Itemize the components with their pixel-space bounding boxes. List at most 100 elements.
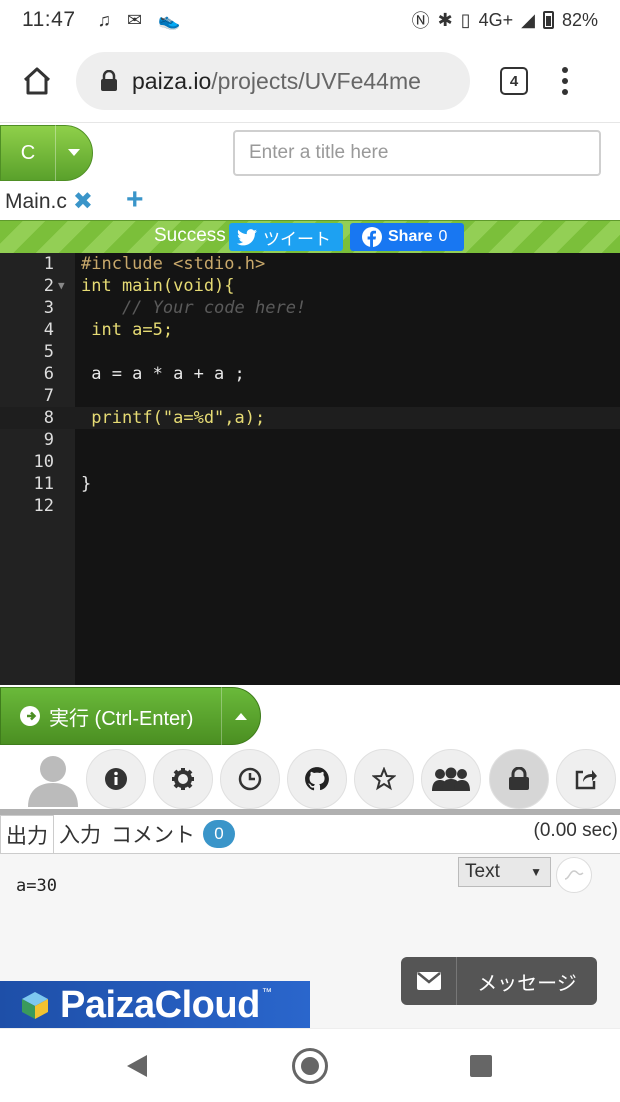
url-path: /projects/UVFe44me [211, 67, 421, 94]
network-label: 4G+ [478, 9, 514, 30]
tab-output[interactable]: 出力 [0, 815, 54, 853]
paizacloud-logo-icon [22, 992, 48, 1019]
bluetooth-icon: ✱ [437, 9, 453, 30]
status-bar-success: Success ツイート Share 0 [0, 220, 620, 253]
play-circle-icon [20, 706, 40, 726]
caret-down-icon [56, 149, 92, 157]
notification-icons: ♫ ✉ 👟 [98, 10, 181, 31]
wave-icon [564, 870, 584, 880]
code-editor[interactable]: 1 #include <stdio.h> 2 ▼ int main(void){… [0, 253, 620, 685]
code-line: 4 int a=5; [43, 320, 174, 340]
info-icon [105, 768, 127, 790]
comment-count-badge: 0 [203, 820, 235, 848]
caret-up-icon[interactable] [222, 712, 260, 720]
shoe-icon: 👟 [158, 9, 181, 30]
info-button[interactable] [86, 749, 146, 809]
caret-down-icon: ▼ [530, 865, 542, 879]
address-bar[interactable]: paiza.io/projects/UVFe44me [76, 52, 470, 110]
envelope-icon [401, 957, 457, 1005]
file-tab-label: Main.c [5, 189, 67, 213]
code-line: 9 [43, 430, 54, 450]
code-line: 6 a = a * a + a ; [43, 364, 245, 384]
paizacloud-text: PaizaCloud [60, 983, 260, 1026]
github-icon [305, 767, 329, 791]
code-line-active: 8 printf("a=%d",a); [0, 407, 620, 429]
share-count: 0 [438, 228, 448, 245]
private-button[interactable] [489, 749, 549, 809]
history-button[interactable] [220, 749, 280, 809]
settings-button[interactable] [153, 749, 213, 809]
program-output: a=30 [16, 876, 57, 896]
title-input[interactable] [233, 130, 601, 176]
close-icon[interactable]: ✖ [73, 187, 93, 216]
group-icon [432, 767, 470, 791]
code-line: 2 ▼ int main(void){ [43, 275, 235, 297]
vibrate-icon: ▯ [460, 9, 471, 30]
status-bar: 11:47 ♫ ✉ 👟 Ⓝ ✱ ▯ 4G+ ◢ 82% [0, 0, 620, 40]
status-right: Ⓝ ✱ ▯ 4G+ ◢ 82% [412, 7, 598, 33]
share-button[interactable] [556, 749, 616, 809]
tab-input[interactable]: 入力 [54, 815, 106, 853]
home-icon [23, 67, 51, 95]
code-line: 12 [33, 496, 54, 516]
code-line: 5 [43, 342, 54, 362]
clock-icon [238, 767, 262, 791]
gear-icon [172, 768, 194, 790]
language-label: C [20, 141, 36, 164]
paizacloud-banner[interactable]: PaizaCloud ™ [0, 981, 310, 1029]
github-button[interactable] [287, 749, 347, 809]
recents-button[interactable] [470, 1055, 492, 1077]
favorite-button[interactable] [354, 749, 414, 809]
share-icon [575, 770, 597, 790]
battery-icon [542, 11, 554, 29]
home-button[interactable] [0, 40, 74, 122]
back-icon[interactable] [126, 1054, 148, 1078]
system-nav-bar [0, 1028, 620, 1102]
music-icon: ♫ [97, 9, 112, 30]
add-file-icon[interactable]: + [126, 183, 144, 217]
code-line: 3 // Your code here! [43, 298, 307, 318]
message-label: メッセージ [477, 972, 577, 995]
fold-arrow-icon[interactable]: ▼ [58, 275, 65, 297]
star-icon [372, 767, 396, 791]
output-format-select[interactable]: Text ▼ [458, 857, 551, 887]
lock-icon [509, 767, 529, 790]
avatar[interactable] [26, 753, 80, 807]
language-selector[interactable]: C [0, 125, 93, 181]
status-time: 11:47 [22, 8, 76, 31]
file-tab-main[interactable]: Main.c ✖ [5, 187, 93, 216]
message-button[interactable]: メッセージ [401, 957, 597, 1005]
run-status: Success [154, 225, 226, 246]
tweet-label: ツイート [263, 229, 331, 249]
mail-icon: ✉ [127, 9, 143, 30]
collaborate-button[interactable] [421, 749, 481, 809]
battery-level: 82% [561, 9, 598, 30]
overflow-menu-button[interactable] [562, 67, 568, 95]
twitter-icon [237, 228, 257, 245]
wrap-toggle-button[interactable] [556, 857, 592, 893]
browser-toolbar: paiza.io/projects/UVFe44me 4 [0, 40, 620, 122]
run-button[interactable]: 実行 (Ctrl-Enter) [0, 687, 261, 745]
home-nav-button[interactable] [292, 1048, 328, 1084]
share-label: Share [388, 228, 433, 245]
code-line: 10 [33, 452, 54, 472]
code-line: 7 [43, 386, 54, 406]
run-main[interactable]: 実行 (Ctrl-Enter) [1, 702, 221, 731]
url-host: paiza.io [132, 67, 212, 94]
tweet-button[interactable]: ツイート [229, 223, 343, 251]
execution-time: (0.00 sec) [533, 820, 618, 841]
nfc-icon: Ⓝ [411, 11, 430, 31]
tab-switcher-button[interactable]: 4 [500, 67, 528, 95]
signal-icon: ◢ [521, 9, 535, 30]
code-line: 11 } [33, 474, 92, 494]
page-content: C Main.c ✖ + Success ツイート Share 0 1 #inc… [0, 122, 620, 1029]
home-circle-icon [301, 1057, 319, 1075]
facebook-icon [362, 227, 382, 247]
facebook-share-button[interactable]: Share 0 [350, 223, 464, 251]
lock-icon [101, 70, 117, 91]
trademark-mark: ™ [261, 987, 272, 998]
tab-comment-label: コメント [111, 824, 195, 847]
run-label: 実行 (Ctrl-Enter) [49, 707, 194, 730]
tab-comment[interactable]: コメント 0 [106, 815, 240, 853]
output-format-value: Text [465, 861, 500, 882]
